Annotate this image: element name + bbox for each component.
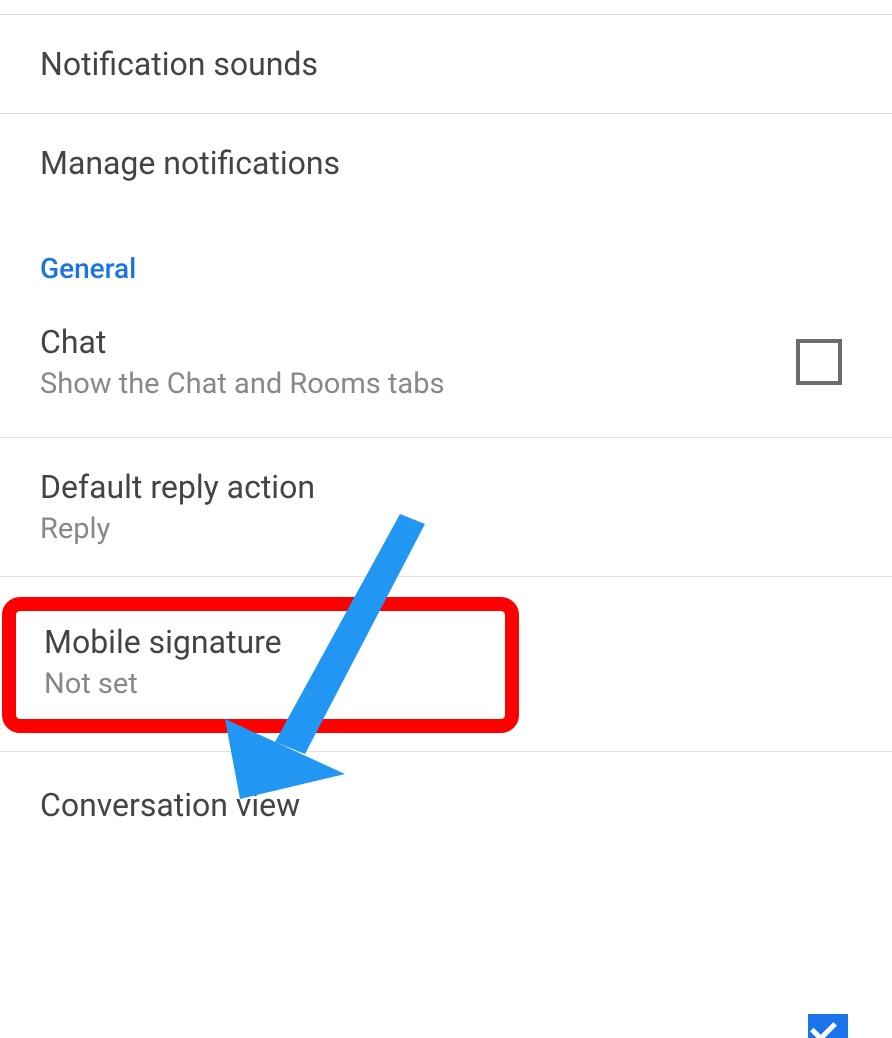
conversation-view-title: Conversation view xyxy=(40,786,852,824)
chat-title: Chat xyxy=(40,323,796,361)
section-title: General xyxy=(40,252,852,285)
default-reply-subtitle: Reply xyxy=(40,512,852,546)
section-header-general: General xyxy=(0,212,892,305)
chat-row[interactable]: Chat Show the Chat and Rooms tabs xyxy=(0,305,892,437)
notification-sounds-row[interactable]: Notification sounds xyxy=(0,15,892,113)
chat-subtitle: Show the Chat and Rooms tabs xyxy=(40,367,796,401)
mobile-signature-row[interactable]: Mobile signature Not set xyxy=(0,577,892,743)
default-reply-title: Default reply action xyxy=(40,468,852,506)
manage-notifications-row[interactable]: Manage notifications xyxy=(0,114,892,212)
conversation-view-checkbox[interactable] xyxy=(808,1014,848,1038)
conversation-view-row[interactable]: Conversation view xyxy=(0,752,892,854)
mobile-signature-subtitle: Not set xyxy=(44,667,477,701)
chat-checkbox[interactable] xyxy=(796,339,842,385)
default-reply-row[interactable]: Default reply action Reply xyxy=(0,438,892,576)
highlight-annotation: Mobile signature Not set xyxy=(2,597,519,733)
mobile-signature-title: Mobile signature xyxy=(44,623,477,661)
manage-notifications-title: Manage notifications xyxy=(40,144,852,182)
notification-sounds-title: Notification sounds xyxy=(40,45,852,83)
